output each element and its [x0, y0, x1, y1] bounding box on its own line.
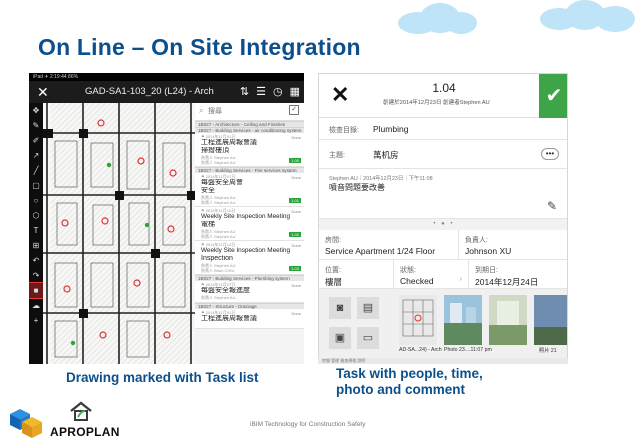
arrow-tool-icon[interactable]: ↗ [29, 148, 43, 163]
room-photo-icon [444, 295, 482, 345]
add-icon[interactable]: + [29, 313, 43, 328]
pen-tool-icon[interactable]: ✎ [29, 118, 43, 133]
file-icon[interactable]: ▭ [357, 327, 379, 349]
text-tool-icon[interactable]: T [29, 223, 43, 238]
task-number: 1.04 [432, 81, 456, 95]
detail-bottom-strip: 房間 管理 檢查規格 說明 [318, 358, 568, 364]
room-field[interactable]: 房間: Service Apartment 1/24 Floor [319, 230, 459, 260]
grid-icon[interactable]: ▦ [290, 85, 300, 99]
hand-tool-icon[interactable]: ✥ [29, 103, 43, 118]
clock-icon[interactable]: ◷ [273, 85, 283, 99]
checklist-field[interactable]: 檢查目錄: Plumbing [319, 118, 567, 140]
close-icon[interactable]: ✕ [37, 83, 49, 101]
confirm-check-button[interactable]: ✔ [539, 74, 567, 118]
task-list-item[interactable]: ⚑ 2014年11月10日 Weekly Site Inspection Mee… [195, 207, 304, 241]
task-number-badge: 1.00 [289, 158, 301, 163]
markup-toolbar: ✥ ✎ ✐ ↗ ╱ ▢ ○ ⬡ T ⊞ ↶ ↷ ■ ☁ + [29, 103, 44, 364]
task-list-item[interactable]: ⚑ 2014年11月14日 Weekly Site Inspection Mee… [195, 241, 304, 275]
floor-plan-svg [43, 103, 195, 364]
ipad-status-bar: iPad ✈ 2:19:44 86% [29, 73, 304, 81]
comment-entry: Stephen AU｜2014年12月23日｜下午11:08 噴音問題要改善 ✎ [319, 169, 567, 219]
owner-field[interactable]: 負責人: Johnson XU [459, 230, 567, 260]
task-created-info: 創建於2014年12月23日 創建者Stephen AU [383, 100, 490, 106]
checklist-icon[interactable]: ✓ [289, 105, 299, 115]
camera-icon[interactable]: ◙ [329, 297, 351, 319]
subject-field[interactable]: 主題: 萬机房 ••• [319, 140, 567, 169]
attachment-caption: Photo 23....11:07 pm [444, 347, 492, 353]
due-date-field[interactable]: 到期日: 2014年12月24日 [469, 260, 567, 289]
right-caption-line-2: photo and comment [336, 382, 465, 397]
floor-plan-drawing[interactable] [43, 103, 195, 364]
task-number-badge: 1.02 [289, 232, 301, 237]
task-status: Done [291, 209, 301, 214]
drawing-title: GAD-SA1-103_20 (L24) - Arch [85, 86, 214, 97]
right-caption-line-1: Task with people, time, [336, 366, 483, 381]
house-logo-icon [70, 401, 92, 421]
footer-text: iBIM Technology for Construction Safety [250, 421, 366, 428]
left-caption: Drawing marked with Task list [66, 370, 259, 385]
attachment-thumbnail[interactable] [444, 295, 482, 345]
list-icon[interactable]: ☰ [256, 85, 266, 99]
task-list-item[interactable]: ⚑ 2014年11月07日 每盤安全周會 安全 負責人 Stephen AU 負… [195, 173, 304, 207]
gallery-icon[interactable]: ▣ [329, 327, 351, 349]
task-list-item[interactable]: ⚑ 2014年11月07日 每盤安全報進度 負責人 Stephen AU Don… [195, 281, 304, 303]
task-search-input[interactable] [208, 106, 280, 117]
task-status: Done [291, 175, 301, 180]
site-photo-icon [489, 295, 527, 345]
status-field[interactable]: 狀態: Checked › [394, 260, 469, 289]
undo-icon[interactable]: ↶ [29, 253, 43, 268]
task-list-panel: ⌕ ✓ 1B027 - Architecture - Ceiling and F… [195, 103, 304, 364]
comment-meta: Stephen AU｜2014年12月23日｜下午11:08 [329, 176, 433, 182]
decor-cloud [445, 12, 477, 34]
task-status: Done [291, 283, 301, 288]
attachment-caption: 照片 21 [539, 348, 557, 354]
circle-tool-icon[interactable]: ○ [29, 193, 43, 208]
document-icon[interactable]: ▤ [357, 297, 379, 319]
brand-name: APROPLAN [50, 425, 120, 439]
redo-icon[interactable]: ↷ [29, 268, 43, 283]
stamp-tool-icon[interactable]: ■ [29, 282, 44, 299]
task-number-badge: 1.01 [289, 198, 301, 203]
measure-tool-icon[interactable]: ⊞ [29, 238, 43, 253]
sort-icon[interactable]: ⇅ [240, 85, 249, 99]
task-detail-screenshot: ✕ 1.04 創建於2014年12月23日 創建者Stephen AU ✔ 檢查… [318, 73, 568, 359]
task-detail-header: ✕ 1.04 創建於2014年12月23日 創建者Stephen AU ✔ [319, 74, 567, 118]
attachment-thumbnail[interactable] [399, 295, 437, 345]
decor-cloud [595, 6, 635, 32]
task-status: Done [291, 311, 301, 316]
task-search-bar: ⌕ ✓ [195, 103, 304, 121]
marker-tool-icon[interactable]: ✐ [29, 133, 43, 148]
polygon-tool-icon[interactable]: ⬡ [29, 208, 43, 223]
more-options-icon[interactable]: ••• [541, 148, 559, 160]
line-tool-icon[interactable]: ╱ [29, 163, 43, 178]
attachment-thumbnail[interactable] [489, 295, 527, 345]
cube-logo-icon [10, 409, 42, 438]
page-indicator: • ● • [319, 219, 567, 230]
attachments-strip: ◙ ▤ ▣ ▭ AD-SA...24) - Arch Photo 23....1… [319, 289, 567, 358]
drawing-topbar: ✕ GAD-SA1-103_20 (L24) - Arch ⇅ ☰ ◷ ▦ [29, 81, 304, 103]
task-list-item[interactable]: ⚑ 2014年11月01日 工程進展周報會議 Done [195, 309, 304, 329]
aproplan-logo: APROPLAN [6, 398, 146, 442]
comment-text: 噴音問題要改善 [329, 183, 385, 192]
rectangle-tool-icon[interactable]: ▢ [29, 178, 43, 193]
attachment-thumbnail[interactable] [534, 295, 567, 345]
slide-title: On Line – On Site Integration [38, 34, 361, 60]
chevron-right-icon: › [459, 276, 462, 283]
task-status: Done [291, 135, 301, 140]
plan-thumbnail-icon [402, 299, 434, 337]
drawing-screenshot: iPad ✈ 2:19:44 86% ✕ GAD-SA1-103_20 (L24… [29, 73, 304, 364]
task-status: Done [291, 243, 301, 248]
location-field[interactable]: 位置: 樓層 [319, 260, 394, 289]
task-number-badge: 1.03 [289, 266, 301, 271]
cloud-tool-icon[interactable]: ☁ [29, 298, 43, 313]
site-photo-icon [534, 295, 567, 345]
attachment-caption: AD-SA...24) - Arch [399, 347, 442, 353]
close-icon[interactable]: ✕ [331, 82, 349, 108]
search-icon: ⌕ [199, 106, 204, 115]
task-list-item[interactable]: ⚑ 2014年11月01日 工程進展周報會議 掃撥樓頂 負責人 Stephen … [195, 133, 304, 167]
edit-icon[interactable]: ✎ [547, 199, 557, 213]
